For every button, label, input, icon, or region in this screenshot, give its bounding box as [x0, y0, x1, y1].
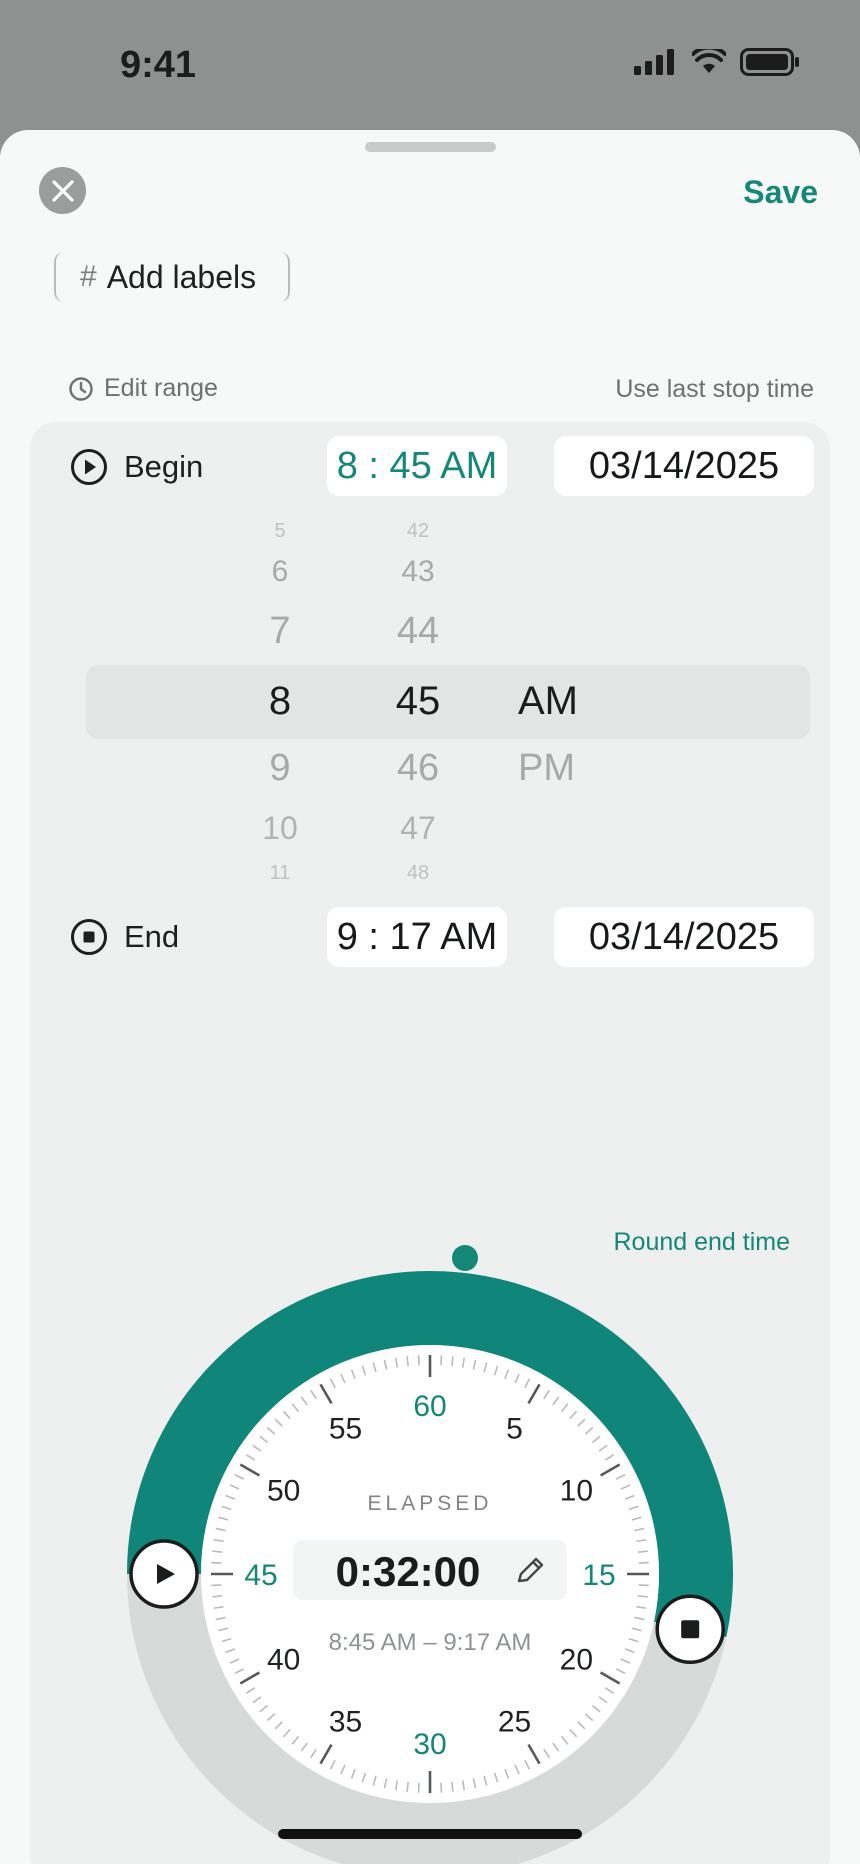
dial-tick [417, 1355, 420, 1366]
dial-tick [440, 1355, 443, 1366]
dial-tick [451, 1781, 454, 1792]
elapsed-value: 0:32:00 [336, 1548, 481, 1595]
dial-tick [212, 1550, 223, 1553]
dial-minute-label: 45 [244, 1559, 277, 1592]
close-button[interactable] [39, 167, 86, 214]
signal-icon [634, 49, 674, 75]
begin-label: Begin [124, 449, 204, 484]
wifi-icon [692, 49, 726, 73]
add-labels-chip[interactable]: # Add labels [54, 252, 290, 302]
save-button[interactable]: Save [743, 174, 818, 211]
hour-option[interactable]: 7 [269, 610, 290, 653]
dial-tick [637, 1550, 648, 1553]
current-time-dot [452, 1245, 478, 1271]
hour-option[interactable]: 9 [269, 747, 290, 790]
home-indicator [278, 1829, 582, 1839]
dial-minute-label: 55 [329, 1413, 362, 1446]
minute-option[interactable]: 42 [407, 520, 429, 543]
end-date-field[interactable]: 03/14/2025 [554, 907, 814, 967]
play-circle-icon [71, 449, 107, 485]
elapsed-range-text: 8:45 AM – 9:17 AM [329, 1629, 532, 1656]
end-label: End [124, 919, 180, 954]
begin-time-picker[interactable]: 5 6 7 8 9 10 11 42 43 44 45 46 47 48 AM PM [86, 520, 810, 884]
time-range-card: Begin 8 : 45 AM 03/14/2025 5 6 7 8 9 10 11 42 43… [30, 422, 830, 1864]
dial-minute-label: 30 [413, 1728, 446, 1761]
hour-option[interactable]: 8 [269, 679, 291, 724]
end-handle[interactable] [655, 1594, 725, 1665]
period-option[interactable]: PM [518, 747, 575, 790]
dial-minute-label: 50 [267, 1475, 300, 1508]
dial-tick [417, 1782, 420, 1793]
dial-minute-label: 35 [329, 1705, 362, 1738]
dial-tick [406, 1781, 409, 1792]
elapsed-label: ELAPSED [368, 1492, 493, 1515]
minute-option[interactable]: 47 [400, 810, 436, 847]
dial-tick [440, 1782, 443, 1793]
sheet-grabber[interactable] [365, 142, 496, 152]
begin-row-label: Begin [70, 448, 203, 486]
battery-icon [740, 48, 799, 76]
hour-option[interactable]: 11 [270, 862, 291, 885]
dial-minute-label: 40 [267, 1644, 300, 1677]
minute-option[interactable]: 46 [397, 747, 439, 790]
begin-time-field[interactable]: 8 : 45 AM [327, 436, 507, 496]
hash-icon: # [80, 260, 97, 293]
hour-option[interactable]: 6 [272, 555, 289, 589]
stop-icon [681, 1620, 700, 1639]
hour-option[interactable]: 10 [262, 810, 298, 847]
end-row-label: End [70, 918, 179, 956]
period-option[interactable]: AM [518, 679, 578, 724]
dial-minute-label: 25 [498, 1705, 531, 1738]
use-last-stop-time-button[interactable]: Use last stop time [615, 375, 814, 404]
dial-minute-label: 10 [560, 1475, 593, 1508]
dial-tick [638, 1561, 649, 1564]
close-icon [51, 179, 74, 202]
minute-option[interactable]: 43 [401, 555, 434, 589]
dial-tick [211, 1584, 222, 1587]
minute-option[interactable]: 44 [397, 610, 439, 653]
dial-tick [212, 1595, 223, 1598]
edit-range-label: Edit range [104, 374, 218, 402]
dial-minute-label: 20 [560, 1644, 593, 1677]
dial-tick [451, 1356, 454, 1367]
dial-minute-label: 5 [506, 1413, 523, 1446]
picker-selection-band [86, 665, 810, 739]
dial-minute-label: 60 [413, 1390, 446, 1423]
dial-tick [637, 1595, 648, 1598]
add-labels-text: Add labels [106, 258, 257, 295]
dial-minute-label: 15 [582, 1559, 615, 1592]
minute-option[interactable]: 45 [396, 679, 441, 724]
stop-circle-icon [71, 919, 107, 955]
elapsed-dial[interactable]: 60 5 10 15 20 25 30 35 40 45 50 55 ELAPSED 0:32:00 8:4… [30, 1242, 830, 1864]
dial-tick [211, 1561, 222, 1564]
clock-icon [69, 376, 93, 401]
dial-tick [406, 1356, 409, 1367]
status-bar: 9:41 [0, 0, 860, 130]
start-handle[interactable] [129, 1539, 199, 1609]
status-icons [634, 48, 800, 76]
status-time: 9:41 [120, 44, 197, 86]
hour-option[interactable]: 5 [274, 520, 285, 543]
begin-date-field[interactable]: 03/14/2025 [554, 436, 814, 496]
end-time-field[interactable]: 9 : 17 AM [327, 907, 507, 967]
edit-entry-sheet: Save # Add labels Edit range Use last st… [0, 130, 860, 1864]
minute-option[interactable]: 48 [407, 862, 429, 885]
edit-range-button[interactable]: Edit range [68, 374, 218, 403]
dial-tick [638, 1584, 649, 1587]
